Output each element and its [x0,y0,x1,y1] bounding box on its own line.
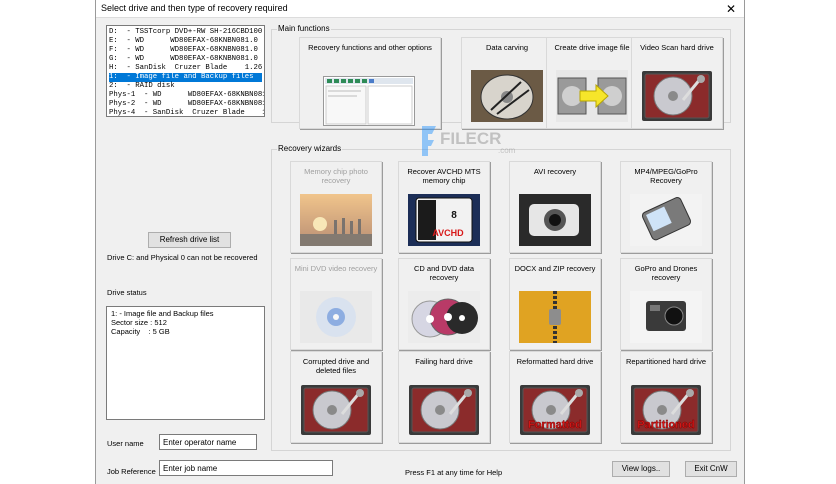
drive-note: Drive C: and Physical 0 can not be recov… [107,253,258,262]
reformatted-hard-drive-tile[interactable]: Reformatted hard drive Formatted [509,351,601,443]
tile-label: Corrupted drive and deleted files [302,357,370,375]
tile-label: Data carving [485,43,529,52]
tile-label: Mini DVD video recovery [294,264,378,273]
drive-list-item[interactable]: Phys-4 - SanDisk Cruzer Blade 1.26 [109,109,264,116]
drive-list-item[interactable]: 1: - Image file and Backup files [109,73,262,82]
svg-text:Partitioned: Partitioned [637,419,694,431]
exit-button[interactable]: Exit CnW [685,461,737,477]
tile-label: Failing hard drive [415,357,473,366]
drive-status-label: Drive status [107,288,147,297]
screenshot-icon [323,76,415,126]
drive-list-item[interactable]: 2: - RAID disk [109,82,262,91]
tile-label: MP4/MPEG/GoPro Recovery [634,167,698,185]
drive-list-item[interactable]: G: - WD WD80EFAX-68KNBN081.0 [109,55,262,64]
corrupted-drive-and-deleted-files-tile[interactable]: Corrupted drive and deleted files [290,351,382,443]
data-carving-tile[interactable]: Data carving [461,37,553,129]
disc-icon [300,291,372,343]
docx-and-zip-recovery-tile[interactable]: DOCX and ZIP recovery [509,258,601,350]
watermark-brand: FILECR [440,129,501,148]
tile-label: Memory chip photo recovery [304,167,368,185]
help-hint: Press F1 at any time for Help [405,468,503,477]
camera-icon [519,194,591,246]
create-drive-image-file-tile[interactable]: Create drive image file [546,37,638,129]
drive-list-item[interactable]: Phys-1 - WD WD80EFAX-68KNBN081.0 [109,91,264,100]
drive-list-item[interactable]: D: - TSSTcorp DVD+-RW SH-216CBD100 [109,28,262,37]
svg-text:AVCHD: AVCHD [432,228,464,238]
tile-label: Reformatted hard drive [516,357,594,366]
tile-label: Video Scan hard drive [640,43,714,52]
watermark-logo: FILECR .com [418,122,548,162]
drive-list-item[interactable]: E: - WD WD80EFAX-68KNBN081.0 [109,37,262,46]
tile-label: Create drive image file [554,43,630,52]
hard-drive-icon: Formatted [519,384,591,436]
hard-drive-icon [641,70,713,122]
tile-label: Recovery functions and other options [308,43,432,52]
drive-list[interactable]: D: - TSSTcorp DVD+-RW SH-216CBD100 E: - W… [106,25,265,117]
recover-avchd-mts-memory-chip-tile[interactable]: Recover AVCHD MTS memory chip 8 AVCHD [398,161,490,253]
refresh-drive-list-button[interactable]: Refresh drive list [148,232,231,248]
drive-list-item[interactable]: H: - SanDisk Cruzer Blade 1.26 [109,64,262,73]
failing-hard-drive-tile[interactable]: Failing hard drive [398,351,490,443]
mp4-mpeg-gopro-recovery-tile[interactable]: MP4/MPEG/GoPro Recovery [620,161,712,253]
user-name-input[interactable]: Enter operator name [159,434,257,450]
gopro-and-drones-recovery-tile[interactable]: GoPro and Drones recovery [620,258,712,350]
zip-icon [519,291,591,343]
recovery-wizards-label: Recovery wizards [277,144,343,154]
drive-status-line: 1: - Image file and Backup files [111,309,214,318]
main-functions-label: Main functions [277,24,331,34]
drive-list-item[interactable]: Phys-2 - WD WD80EFAX-68KNBN081.0 [109,100,264,109]
job-reference-input[interactable]: Enter job name [159,460,333,476]
user-name-label: User name [107,439,144,448]
tile-label: DOCX and ZIP recovery [514,264,596,273]
drive-status-line: Capacity : 5 GB [111,327,170,336]
job-reference-label: Job Reference [107,467,156,476]
mini-dvd-video-recovery-tile: Mini DVD video recovery [290,258,382,350]
svg-text:8: 8 [451,210,457,221]
tile-label: Recover AVCHD MTS memory chip [407,167,481,185]
window-title: Select drive and then type of recovery r… [101,3,288,13]
hard-drive-icon [300,384,372,436]
tile-label: GoPro and Drones recovery [634,264,698,282]
sunset-photo-icon [300,194,372,246]
tile-label: AVI recovery [533,167,577,176]
svg-text:Formatted: Formatted [528,419,582,431]
drive-status-box: 1: - Image file and Backup files Sector s… [106,306,265,420]
hard-drive-icon: Partitioned [630,384,702,436]
carving-disk-icon [471,70,543,122]
hard-drive-icon [408,384,480,436]
cd-and-dvd-data-recovery-tile[interactable]: CD and DVD data recovery [398,258,490,350]
watermark-sub: .com [498,146,516,155]
sd-card-icon: 8 AVCHD [408,194,480,246]
phone-icon [630,194,702,246]
gopro-icon [630,291,702,343]
filecr-logo-icon: FILECR .com [422,126,516,156]
tile-label: Repartitioned hard drive [625,357,707,366]
close-button[interactable]: ✕ [718,0,744,18]
drive-list-item[interactable]: F: - WD WD80EFAX-68KNBN081.0 [109,46,262,55]
avi-recovery-tile[interactable]: AVI recovery [509,161,601,253]
view-logs-button[interactable]: View logs.. [612,461,670,477]
recovery-functions-and-other-options-tile[interactable]: Recovery functions and other options [299,37,441,129]
drive-status-line: Sector size : 512 [111,318,167,327]
recovery-dialog: Select drive and then type of recovery r… [95,0,745,484]
title-bar: Select drive and then type of recovery r… [96,0,744,18]
tile-label: CD and DVD data recovery [413,264,475,282]
cds-icon [408,291,480,343]
repartitioned-hard-drive-tile[interactable]: Repartitioned hard drive Partitioned [620,351,712,443]
video-scan-hard-drive-tile[interactable]: Video Scan hard drive [631,37,723,129]
memory-chip-photo-recovery-tile: Memory chip photo recovery [290,161,382,253]
image-copy-icon [556,70,628,122]
